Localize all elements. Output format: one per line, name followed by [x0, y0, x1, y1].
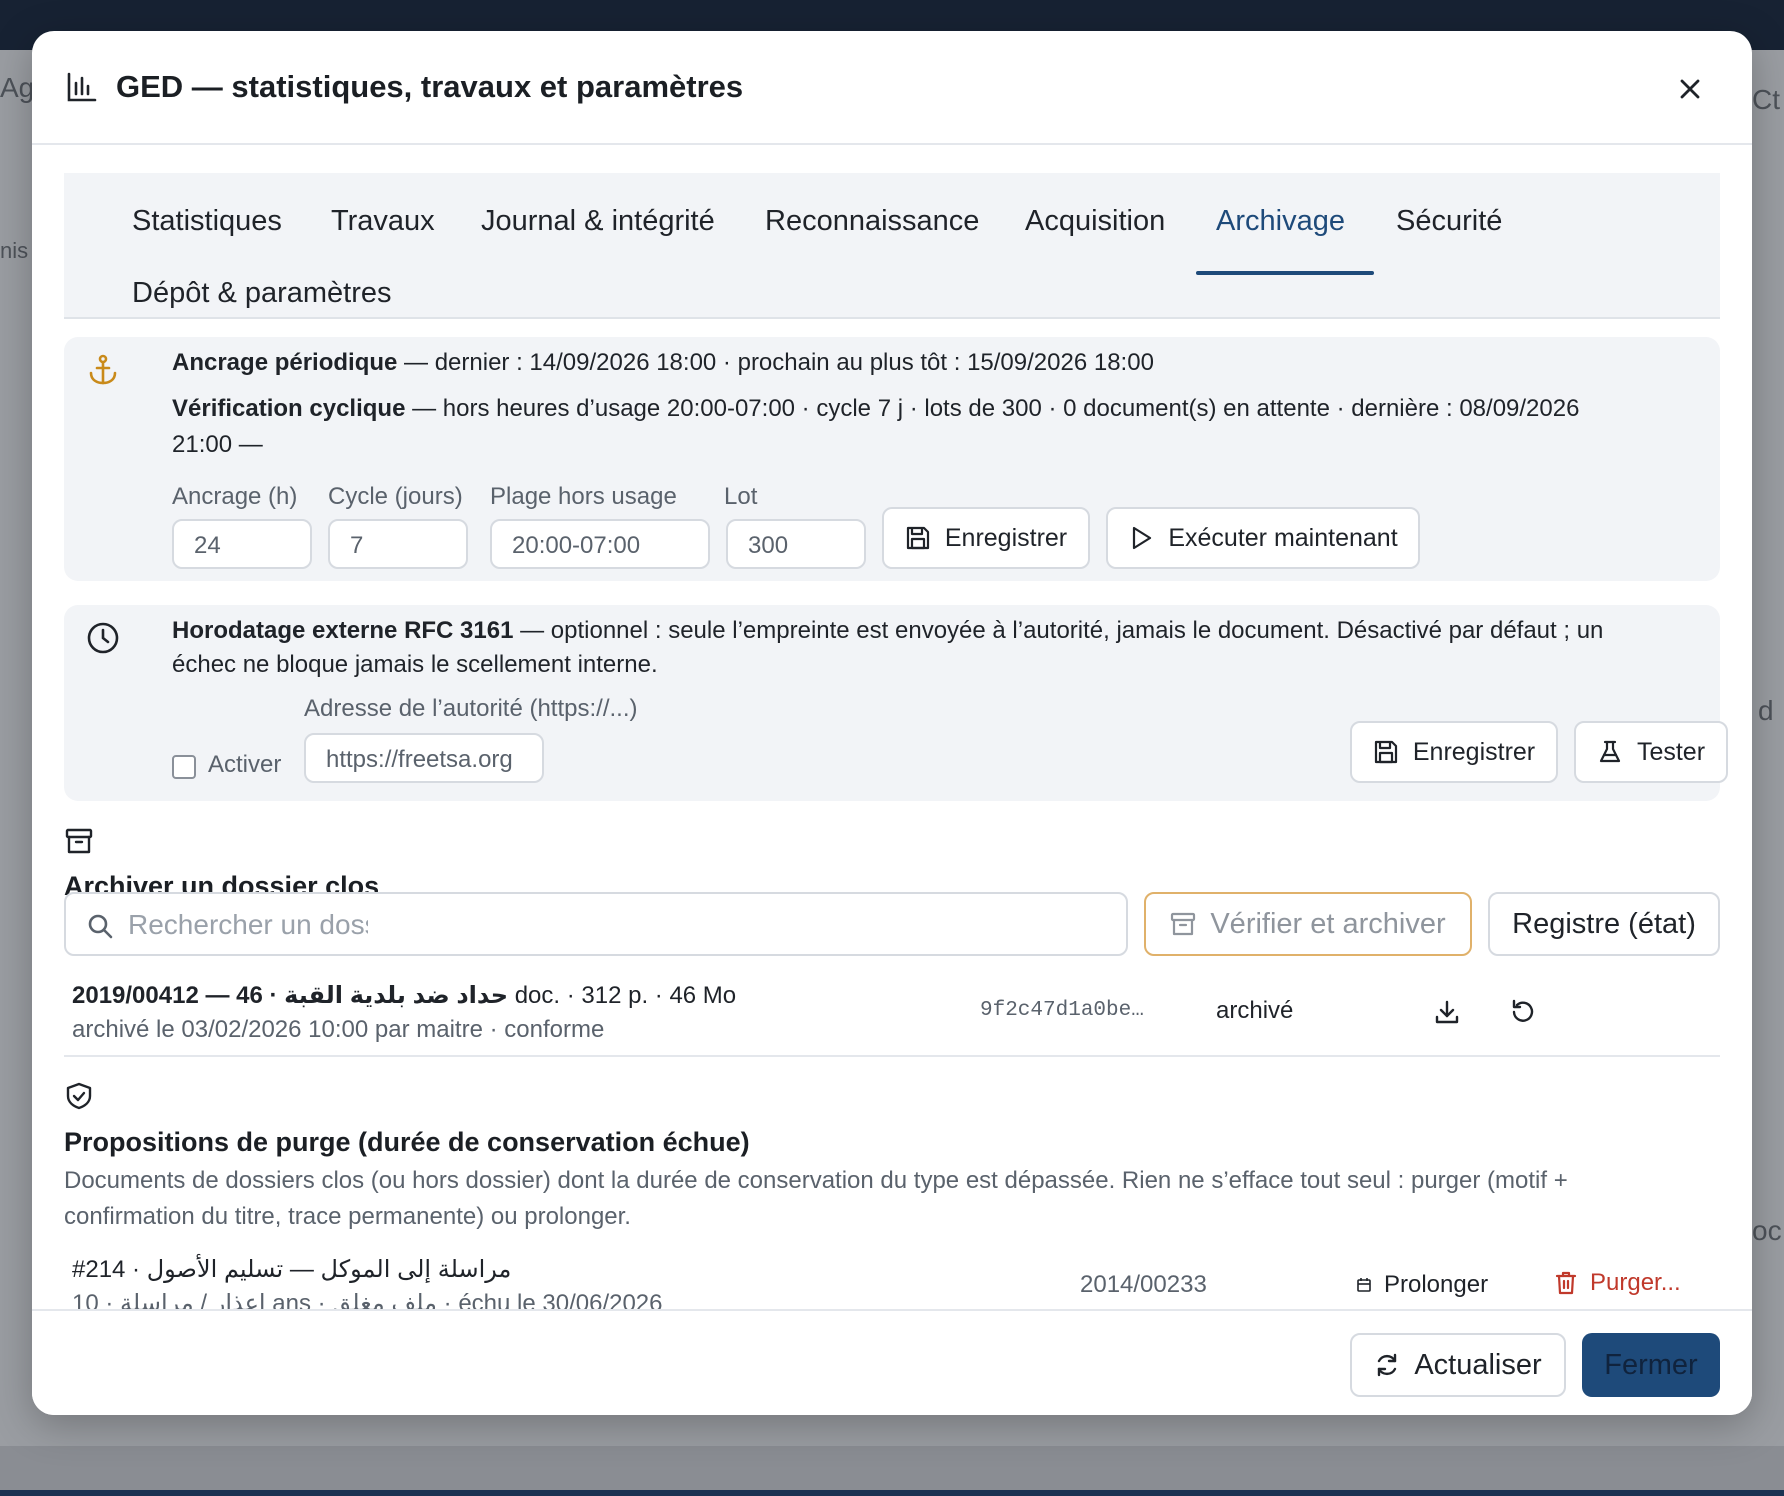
- cycle-days-label: Cycle (jours): [328, 483, 463, 510]
- tab-journal-integrite[interactable]: Journal & intégrité: [481, 205, 715, 238]
- archived-case-hash: 9f2c47d1a0be…: [980, 999, 1144, 1022]
- active-tab-indicator: [1196, 271, 1374, 275]
- enable-label: Activer: [208, 751, 282, 778]
- refresh-button[interactable]: Actualiser: [1350, 1333, 1566, 1397]
- purge-description: Documents de dossiers clos (ou hors doss…: [64, 1167, 1568, 1194]
- purge-case-number: 2014/00233: [1080, 1271, 1207, 1298]
- anchoring-card: Ancrage périodique — dernier : 14/09/202…: [64, 337, 1720, 581]
- background-strip: [0, 1490, 1784, 1496]
- timestamping-description: Horodatage externe RFC 3161 — optionnel …: [172, 617, 1604, 644]
- registry-status-button[interactable]: Registre (état): [1488, 892, 1720, 956]
- run-now-button[interactable]: Exécuter maintenant: [1106, 507, 1420, 569]
- archive-box-icon: [1171, 912, 1196, 936]
- cycle-days-input[interactable]: 7: [328, 519, 468, 569]
- archived-case-status: archivé: [1216, 997, 1294, 1024]
- test-button[interactable]: Tester: [1574, 721, 1728, 783]
- play-icon: [1133, 526, 1152, 550]
- ged-dialog: GED — statistiques, travaux et paramètre…: [32, 31, 1752, 1415]
- purge-button[interactable]: Purger...: [1554, 1269, 1681, 1297]
- off-hours-range-input[interactable]: 20:00-07:00: [490, 519, 710, 569]
- search-icon: [88, 914, 113, 939]
- shield-check-icon: [66, 1082, 92, 1110]
- archived-case-title: 2019/00412 — 46 · حداد ضد بلدية القبة do…: [72, 982, 737, 1009]
- purge-description-cont: confirmation du titre, trace permanente)…: [64, 1203, 631, 1230]
- anchor-hours-label: Ancrage (h): [172, 483, 298, 510]
- trash-icon: [1555, 1271, 1577, 1295]
- dialog-footer: Actualiser Fermer: [32, 1309, 1752, 1415]
- restore-icon[interactable]: [1508, 997, 1538, 1027]
- row-divider: [64, 1055, 1720, 1057]
- batch-size-label: Lot: [724, 483, 758, 510]
- case-search-input[interactable]: Rechercher un dossier: [64, 892, 1128, 956]
- verification-summary-cont: 21:00 —: [172, 431, 263, 458]
- tab-reconnaissance[interactable]: Reconnaissance: [765, 205, 979, 238]
- tab-travaux[interactable]: Travaux: [331, 205, 435, 238]
- close-button[interactable]: Fermer: [1582, 1333, 1720, 1397]
- flask-icon: [1599, 740, 1621, 763]
- timestamping-description-cont: échec ne bloque jamais le scellement int…: [172, 651, 658, 678]
- prolong-button[interactable]: Prolonger: [1356, 1271, 1488, 1299]
- calendar-icon: [1357, 1278, 1371, 1292]
- background-fragment: Ct: [1752, 84, 1780, 115]
- anchor-icon: [89, 354, 117, 385]
- search-placeholder: Rechercher un dossier: [128, 909, 368, 940]
- save-icon: [1374, 740, 1397, 764]
- purge-section-title: Propositions de purge (durée de conserva…: [64, 1127, 750, 1157]
- clock-icon: [87, 622, 119, 654]
- refresh-icon: [1378, 1353, 1397, 1377]
- anchoring-summary: Ancrage périodique — dernier : 14/09/202…: [172, 349, 1154, 376]
- background-fragment: Ag: [0, 72, 35, 103]
- enable-checkbox[interactable]: [172, 755, 196, 779]
- dialog-title: GED — statistiques, travaux et paramètre…: [116, 69, 744, 104]
- archive-box-icon: [65, 828, 93, 854]
- anchoring-save-button[interactable]: Enregistrer: [882, 507, 1090, 569]
- save-icon: [906, 526, 929, 550]
- background-fragment: nis: [0, 238, 29, 263]
- download-icon[interactable]: [1432, 997, 1462, 1027]
- anchor-hours-input[interactable]: 24: [172, 519, 312, 569]
- tab-bar: Statistiques Travaux Journal & intégrité…: [64, 173, 1720, 319]
- dialog-header: GED — statistiques, travaux et paramètre…: [32, 31, 1752, 145]
- batch-size-input[interactable]: 300: [726, 519, 866, 569]
- tab-securite[interactable]: Sécurité: [1396, 205, 1502, 238]
- off-hours-range-label: Plage hors usage: [490, 483, 677, 510]
- authority-url-input[interactable]: https://freetsa.org: [304, 733, 544, 783]
- tab-statistiques[interactable]: Statistiques: [132, 205, 282, 238]
- purge-document-title: #214 · مراسلة إلى الموكل — تسليم الأصول: [72, 1256, 512, 1283]
- background-fragment: d: [1758, 695, 1774, 726]
- authority-url-label: Adresse de l’autorité (https://...): [304, 695, 638, 722]
- verification-summary: Vérification cyclique — hors heures d’us…: [172, 395, 1580, 422]
- tab-acquisition[interactable]: Acquisition: [1025, 205, 1165, 238]
- verify-archive-button[interactable]: Vérifier et archiver: [1144, 892, 1472, 956]
- background-fragment: oc: [1752, 1215, 1782, 1246]
- close-icon[interactable]: [1672, 71, 1708, 107]
- bar-chart-icon: [67, 72, 97, 102]
- tab-archivage[interactable]: Archivage: [1216, 205, 1345, 238]
- tab-depot-parametres[interactable]: Dépôt & paramètres: [132, 277, 392, 310]
- timestamping-save-button[interactable]: Enregistrer: [1350, 721, 1558, 783]
- archived-case-subtitle: archivé le 03/02/2026 10:00 par maitre ·…: [72, 1016, 605, 1043]
- timestamping-card: Horodatage externe RFC 3161 — optionnel …: [64, 605, 1728, 801]
